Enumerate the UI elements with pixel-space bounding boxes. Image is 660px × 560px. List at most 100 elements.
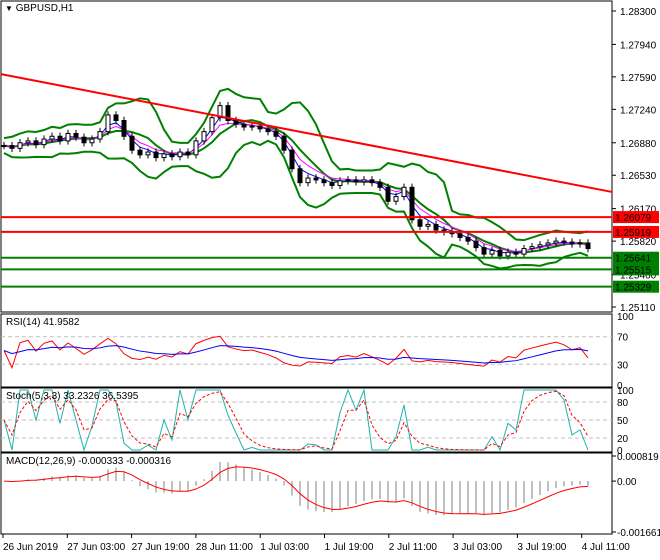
candle-body — [25, 140, 31, 144]
candle-body — [577, 242, 583, 245]
candle-body — [137, 149, 143, 156]
price-tick-label: 1.28300 — [620, 7, 657, 18]
candle-body — [313, 177, 319, 181]
candle-body — [401, 186, 407, 198]
rsi-tick-label: 70 — [617, 333, 629, 344]
time-label: 26 Jun 2019 — [3, 542, 58, 553]
candle-body — [305, 177, 311, 184]
level-label: 1.25641 — [615, 254, 652, 265]
candle-body — [209, 117, 215, 133]
time-label: 3 Jul 03:00 — [453, 542, 502, 553]
candle-body — [49, 135, 55, 140]
candle-body — [177, 151, 183, 158]
candle-body — [33, 140, 39, 146]
price-tick-label: 1.26880 — [620, 139, 657, 150]
candle-body — [281, 135, 287, 151]
chart-window: 1.28300 1.27940 1.27590 1.27240 1.26880 1.265… — [0, 0, 660, 560]
candle-body — [9, 145, 15, 149]
candle-body — [561, 240, 567, 243]
candle-body — [129, 135, 135, 151]
time-label: 27 Jun 03:00 — [67, 542, 125, 553]
time-label: 4 Jul 11:00 — [582, 542, 631, 553]
candle-body — [457, 233, 463, 238]
time-label: 1 Jul 19:00 — [325, 542, 374, 553]
stoch-tick-label: 50 — [617, 416, 629, 427]
candle-body — [513, 251, 519, 255]
candle-body — [409, 186, 415, 221]
candle-body — [393, 196, 399, 202]
candle-body — [361, 179, 367, 183]
candle-body — [249, 125, 255, 128]
candle-body — [169, 153, 175, 158]
time-label: 27 Jun 19:00 — [132, 542, 190, 553]
price-tick-label: 1.27940 — [620, 40, 657, 51]
pane-frame-1 — [0, 313, 613, 388]
price-tick-label: 1.27590 — [620, 73, 657, 84]
candle-body — [497, 249, 503, 257]
stoch-tick-label: 20 — [617, 434, 629, 445]
price-tick-label: 1.27240 — [620, 105, 657, 116]
time-label: 28 Jun 11:00 — [196, 542, 254, 553]
candle-body — [1, 145, 7, 148]
level-label: 1.25919 — [615, 228, 652, 239]
candle-body — [41, 138, 47, 146]
candle-body — [57, 135, 63, 142]
candle-body — [521, 248, 527, 255]
candle-body — [489, 249, 495, 255]
macd-tick-label: 0.00 — [617, 477, 637, 488]
stoch-label: Stoch(5,3,3) 33.2326 36.5395 — [6, 391, 139, 402]
candle-body — [185, 151, 191, 156]
candle-body — [425, 223, 431, 227]
macd-tick-label: -0.001661 — [617, 528, 660, 539]
rsi-tick-label: 30 — [617, 360, 629, 371]
price-chart[interactable]: 1.28300 1.27940 1.27590 1.27240 1.26880 1.265… — [0, 0, 660, 560]
candle-body — [353, 179, 359, 183]
price-tick-label: 1.26530 — [620, 171, 657, 182]
time-label: 3 Jul 19:00 — [517, 542, 566, 553]
candle-body — [193, 140, 199, 156]
candle-body — [241, 123, 247, 128]
candle-body — [297, 168, 303, 184]
candle-body — [505, 251, 511, 257]
stoch-tick-label: 100 — [617, 386, 634, 397]
candle-body — [17, 142, 23, 149]
candle-body — [73, 132, 79, 138]
candle-body — [433, 223, 439, 231]
candle-body — [321, 179, 327, 184]
candle-body — [233, 119, 239, 125]
candle-body — [385, 186, 391, 202]
candle-body — [545, 242, 551, 246]
rsi-tick-label: 100 — [617, 312, 634, 323]
time-label: 2 Jul 11:00 — [389, 542, 438, 553]
candle-body — [465, 236, 471, 242]
candle-body — [553, 240, 559, 244]
candle-body — [265, 128, 271, 133]
candle-body — [377, 182, 383, 188]
candle-body — [153, 151, 159, 159]
dropdown-triangle-icon[interactable]: ▼ — [5, 4, 13, 13]
candle-body — [121, 119, 127, 137]
candle-body — [113, 114, 119, 121]
candle-body — [257, 125, 263, 130]
candle-body — [105, 114, 111, 133]
candle-body — [289, 149, 295, 170]
level-label: 1.25329 — [615, 283, 652, 294]
candle-body — [369, 179, 375, 184]
candle-body — [89, 138, 95, 144]
candle-body — [273, 131, 279, 137]
level-label: 1.25515 — [615, 265, 652, 276]
candle-body — [145, 151, 151, 156]
stoch-tick-label: 80 — [617, 398, 629, 409]
candle-body — [81, 136, 87, 144]
macd-label: MACD(12,26,9) -0.000333 -0.000316 — [6, 456, 172, 467]
candle-body — [417, 219, 423, 227]
candle-body — [585, 242, 591, 250]
candle-body — [345, 179, 351, 182]
candle-body — [529, 246, 535, 250]
rsi-label: RSI(14) 41.9582 — [6, 317, 80, 328]
candle-body — [569, 241, 575, 245]
level-label: 1.26079 — [615, 213, 652, 224]
candle-body — [161, 153, 167, 159]
time-label: 1 Jul 03:00 — [260, 542, 309, 553]
macd-tick-label: 0.000819 — [617, 452, 659, 463]
